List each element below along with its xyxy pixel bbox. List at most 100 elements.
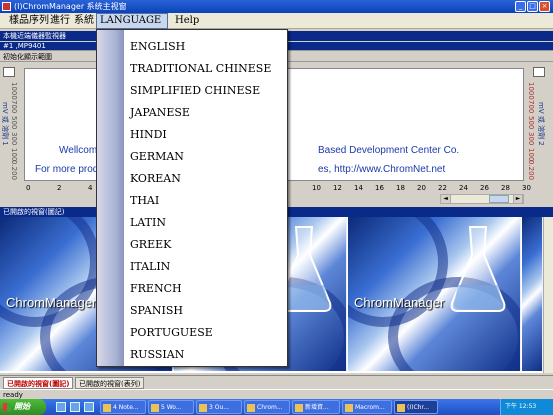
open-windows-v-scrollbar[interactable]	[543, 217, 553, 373]
x-axis-tick: 24	[459, 184, 468, 192]
minimize-icon[interactable]: _	[515, 1, 526, 12]
menu-bar: 樣品序列 進行 系統 LANGUAGE Help	[0, 13, 553, 29]
app-icon[interactable]	[2, 2, 11, 11]
right-axis-tick: 1000	[527, 82, 535, 100]
language-dropdown-menu: ENGLISH TRADITIONAL CHINESE SIMPLIFIED C…	[96, 29, 288, 367]
x-axis-tick: 10	[312, 184, 321, 192]
welcome-text-2: For more prod	[35, 164, 99, 175]
menu-system[interactable]: 系統	[71, 14, 97, 28]
right-axis-tick: 700	[527, 100, 535, 114]
window-icon	[199, 404, 207, 412]
menu-item-portuguese[interactable]: PORTUGUESE	[130, 322, 285, 344]
status-bar: ready	[0, 389, 553, 399]
app-window: (I)ChromManager 系统主视窗 _ □ × 樣品序列 進行 系統 L…	[0, 0, 553, 415]
menu-item-german[interactable]: GERMAN	[130, 146, 285, 168]
x-axis-tick: 4	[88, 184, 93, 192]
app-icon	[397, 404, 405, 412]
document-icon	[295, 404, 303, 412]
menu-item-russian[interactable]: RUSSIAN	[130, 344, 285, 366]
tile-brand: ChromManager	[354, 295, 445, 310]
menu-item-hindi[interactable]: HINDI	[130, 124, 285, 146]
windows-flag-icon	[3, 403, 11, 411]
menu-item-greek[interactable]: GREEK	[130, 234, 285, 256]
menu-language[interactable]: LANGUAGE	[96, 13, 168, 29]
menu-item-italin[interactable]: ITALIN	[130, 256, 285, 278]
welcome-text-2b: es, http://www.ChromNet.net	[318, 164, 446, 175]
view-tabs: 已開啟的視窗(圖記) 已開啟的視窗(表列)	[0, 375, 553, 389]
folder-icon	[103, 404, 111, 412]
taskbar-item[interactable]: 4 Note...	[100, 400, 146, 414]
taskbar-item[interactable]: 5 Wo...	[148, 400, 194, 414]
taskbar-item[interactable]: Macrom...	[342, 400, 392, 414]
left-axis: 1000 700 500 300 100 0.200 mV 或 溶劑 1	[0, 66, 22, 181]
left-axis-tick: 0.200	[10, 160, 18, 181]
quicklaunch-media-icon[interactable]	[84, 402, 94, 412]
window-thumbnail[interactable]	[522, 217, 543, 371]
taskbar-item-active[interactable]: (I)Chr...	[394, 400, 438, 414]
x-axis-tick: 18	[396, 184, 405, 192]
quicklaunch-desktop-icon[interactable]	[70, 402, 80, 412]
quicklaunch-ie-icon[interactable]	[56, 402, 66, 412]
x-axis-tick: 30	[522, 184, 531, 192]
system-tray[interactable]: 下午 12:53	[500, 399, 553, 415]
menu-side-stripe	[97, 30, 124, 366]
taskbar-item[interactable]: 3 Ou...	[196, 400, 242, 414]
start-label: 開始	[14, 402, 30, 411]
menu-sample-sequence[interactable]: 樣品序列	[6, 14, 52, 28]
app-icon	[247, 404, 255, 412]
scroll-left-icon[interactable]: ◄	[441, 195, 451, 203]
maximize-icon[interactable]: □	[527, 1, 538, 12]
zoom-right-icon[interactable]	[533, 67, 545, 77]
tile-brand: ChromManager	[6, 295, 97, 310]
taskbar-item[interactable]: 新增資...	[292, 400, 340, 414]
x-axis-tick: 2	[57, 184, 62, 192]
welcome-text-1b: Based Development Center Co.	[318, 145, 460, 156]
right-axis-label: mV 或 溶劑 2	[537, 102, 545, 146]
tab-thumbnail-view[interactable]: 已開啟的視窗(圖記)	[3, 377, 74, 389]
start-button[interactable]: 開始	[0, 399, 46, 415]
menu-item-traditional-chinese[interactable]: TRADITIONAL CHINESE	[130, 58, 285, 80]
menu-item-thai[interactable]: THAI	[130, 190, 285, 212]
zoom-left-icon[interactable]	[3, 67, 15, 77]
right-axis-tick: 0.200	[527, 160, 535, 181]
taskbar-item[interactable]: Chrom...	[244, 400, 290, 414]
chart-h-scrollbar[interactable]: ◄ ►	[440, 194, 524, 204]
taskbar: 開始 4 Note... 5 Wo... 3 Ou... Chrom... 新增…	[0, 399, 553, 415]
menu-item-french[interactable]: FRENCH	[130, 278, 285, 300]
window-title: (I)ChromManager 系统主视窗	[14, 2, 127, 11]
menu-item-simplified-chinese[interactable]: SIMPLIFIED CHINESE	[130, 80, 285, 102]
x-axis-tick: 28	[501, 184, 510, 192]
close-icon[interactable]: ×	[539, 1, 550, 12]
menu-item-spanish[interactable]: SPANISH	[130, 300, 285, 322]
menu-item-korean[interactable]: KOREAN	[130, 168, 285, 190]
tab-list-view[interactable]: 已開啟的視窗(表列)	[75, 377, 145, 389]
right-axis-tick: 500	[527, 116, 535, 130]
menu-item-japanese[interactable]: JAPANESE	[130, 102, 285, 124]
menu-run[interactable]: 進行	[47, 14, 73, 28]
window-thumbnail[interactable]: ChromManager	[348, 217, 521, 371]
left-axis-tick: 1000	[10, 82, 18, 100]
clock: 下午 12:53	[505, 403, 537, 410]
x-axis-tick: 14	[354, 184, 363, 192]
x-axis-tick: 26	[480, 184, 489, 192]
flask-icon	[450, 226, 506, 312]
left-axis-tick: 700	[10, 100, 18, 114]
x-axis-tick: 16	[375, 184, 384, 192]
left-axis-tick: 300	[10, 132, 18, 146]
x-axis-tick: 22	[438, 184, 447, 192]
right-axis: 1000 700 500 300 100 0.200 mV 或 溶劑 2	[527, 66, 549, 181]
left-axis-label: mV 或 溶劑 1	[1, 102, 9, 146]
right-axis-tick: 300	[527, 132, 535, 146]
scroll-thumb[interactable]	[489, 195, 509, 203]
menu-item-latin[interactable]: LATIN	[130, 212, 285, 234]
scroll-right-icon[interactable]: ►	[513, 195, 523, 203]
x-axis-tick: 12	[333, 184, 342, 192]
left-axis-tick: 500	[10, 116, 18, 130]
macromedia-icon	[345, 404, 353, 412]
folder-icon	[151, 404, 159, 412]
title-bar[interactable]: (I)ChromManager 系统主视窗 _ □ ×	[0, 0, 553, 13]
x-axis-tick: 20	[417, 184, 426, 192]
menu-item-english[interactable]: ENGLISH	[130, 36, 285, 58]
x-axis-tick: 0	[26, 184, 31, 192]
menu-help[interactable]: Help	[172, 14, 202, 28]
